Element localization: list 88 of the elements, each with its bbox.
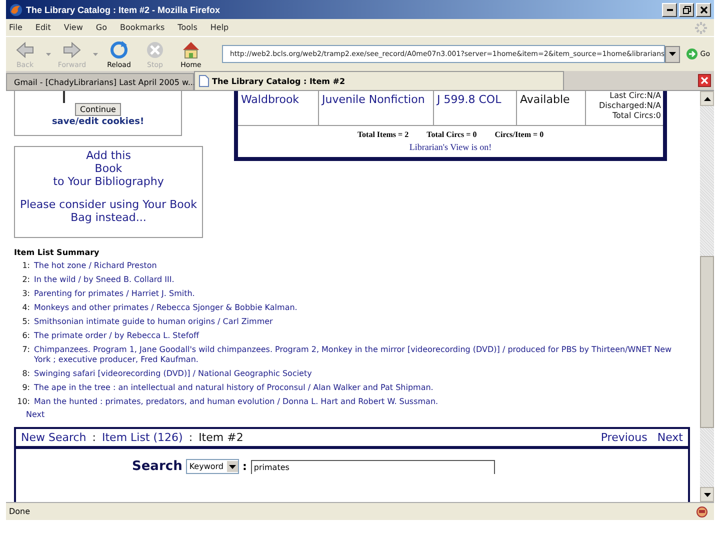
cookies-link[interactable]: save/edit cookies! xyxy=(52,117,144,127)
close-icon xyxy=(700,76,709,85)
item-number: 8: xyxy=(21,368,30,380)
pager-link[interactable]: Next xyxy=(657,431,683,444)
item-number: 10: xyxy=(16,396,30,408)
item-number: 7: xyxy=(21,344,30,356)
menu-item[interactable]: Go xyxy=(96,23,107,32)
item-link[interactable]: Man the hunted : primates, predators, and human evolution / Donna L. Hart and Robert W. Sussman. xyxy=(34,395,674,409)
item-number: 6: xyxy=(21,330,30,342)
item-number: 1: xyxy=(21,260,30,272)
scroll-down-button[interactable] xyxy=(700,487,714,502)
browser-tab[interactable]: The Library Catalog : Item #2 xyxy=(194,71,564,90)
forward-icon xyxy=(62,40,82,60)
firefox-icon xyxy=(9,2,23,16)
search-field[interactable]: primates xyxy=(250,460,495,474)
throbber-icon xyxy=(694,20,708,34)
back-icon xyxy=(15,40,35,60)
menu-item[interactable]: File xyxy=(9,23,22,32)
home-icon xyxy=(181,40,201,60)
item-list-heading: Item List Summary xyxy=(14,247,100,259)
dropdown-arrow-icon xyxy=(93,52,98,56)
caret-icon xyxy=(228,464,236,468)
status-cell: Available xyxy=(517,91,586,125)
status-icon xyxy=(696,506,708,518)
item-number: 3: xyxy=(21,288,30,300)
up-arrow-icon xyxy=(704,96,710,100)
search-label: Search xyxy=(132,459,182,474)
totals-text: Circs/Item = 0 xyxy=(494,130,544,139)
collection-cell: Juvenile Nonfiction xyxy=(319,91,434,125)
minimize-icon xyxy=(666,8,672,10)
dropdown-button[interactable] xyxy=(665,46,680,62)
add-to-bibliography-link[interactable]: Add this Book to Your Bibliography xyxy=(53,149,164,188)
item-number: 9: xyxy=(21,382,30,394)
stop-icon xyxy=(145,40,165,60)
caret-icon xyxy=(669,52,676,56)
breadcrumb-link[interactable]: New Search xyxy=(21,431,86,444)
close-button[interactable] xyxy=(696,2,711,16)
call-number-cell: J 599.8 COL xyxy=(434,91,517,125)
current-item-text: Item #2 xyxy=(198,431,244,444)
circulation-text: Discharged:N/A xyxy=(598,101,661,111)
continue-button[interactable]: Continue xyxy=(75,103,121,116)
next-link[interactable]: Next xyxy=(26,409,700,421)
item-link[interactable]: Monkeys and other primates / Rebecca Sjonger & Bobbie Kalman. xyxy=(34,301,674,315)
circulation-text: Total Circs:0 xyxy=(612,111,661,121)
circulation-text: Last Circ:N/A xyxy=(608,91,661,101)
totals-text: Total Items = 2 xyxy=(357,130,409,139)
maximize-button[interactable] xyxy=(679,2,694,16)
pager-link[interactable]: Previous xyxy=(600,431,648,444)
menu-item[interactable]: Edit xyxy=(35,23,51,32)
window-title: The Library Catalog : Item #2 - Mozilla Firefox xyxy=(26,4,220,14)
status-text: Done xyxy=(9,507,30,516)
item-link[interactable]: The hot zone / Richard Preston xyxy=(34,259,674,273)
scroll-up-button[interactable] xyxy=(700,91,714,106)
item-link[interactable]: Chimpanzees. Program 1, Jane Goodall's wild chimpanzees. Program 2, Monkey in the mirror [videorecording (DVD)] / produced for PBS by Thirteen/WNET New York ; executive producer, Fred Kaufman. xyxy=(34,343,674,367)
item-number: 4: xyxy=(21,302,30,314)
scroll-thumb[interactable] xyxy=(700,256,714,428)
menu-item[interactable]: View xyxy=(64,23,83,32)
item-link[interactable]: Smithsonian intimate guide to human origins / Carl Zimmer xyxy=(34,315,674,329)
minimize-button[interactable] xyxy=(662,2,677,16)
item-link[interactable]: In the wild / by Sneed B. Collard III. xyxy=(34,273,674,287)
breadcrumb-link[interactable]: Item List (126) xyxy=(102,431,183,444)
search-type-select[interactable]: Keyword xyxy=(186,459,238,474)
location-cell: Waldbrook xyxy=(238,91,319,125)
colon-text: : xyxy=(242,460,247,473)
menu-item[interactable]: Bookmarks xyxy=(120,23,165,32)
reload-icon xyxy=(109,40,129,60)
page-icon xyxy=(199,75,209,87)
item-number: 5: xyxy=(21,316,30,328)
browser-tab[interactable]: Gmail - [ChadyLibrarians] Last April 2005 w... xyxy=(6,73,194,90)
item-link[interactable]: Swinging safari [videorecording (DVD)] / National Geographic Society xyxy=(34,367,674,381)
dropdown-arrow-icon xyxy=(46,52,51,56)
down-arrow-icon xyxy=(704,492,710,496)
item-link[interactable]: Parenting for primates / Harriet J. Smith. xyxy=(34,287,674,301)
scrollbar[interactable] xyxy=(700,91,714,502)
menu-item[interactable]: Tools xyxy=(178,23,198,32)
item-link[interactable]: The ape in the tree : an intellectual and natural history of Proconsul / Alan Walker and Pat Shipman. xyxy=(34,381,674,395)
menu-item[interactable]: Help xyxy=(210,23,229,32)
restore-icon xyxy=(682,6,690,14)
item-link[interactable]: The primate order / by Rebecca L. Stefoff xyxy=(34,329,674,343)
close-tab-button[interactable] xyxy=(698,74,711,87)
separator-text: : xyxy=(92,431,96,444)
close-icon xyxy=(700,6,708,14)
item-number: 2: xyxy=(21,274,30,286)
separator-text: : xyxy=(188,431,193,444)
go-arrow-icon xyxy=(686,48,698,60)
book-bag-note: Please consider using Your Book Bag instead... xyxy=(18,198,198,224)
totals-text: Total Circs = 0 xyxy=(426,130,477,139)
librarian-view-note: Librarian's View is on! xyxy=(409,142,492,152)
